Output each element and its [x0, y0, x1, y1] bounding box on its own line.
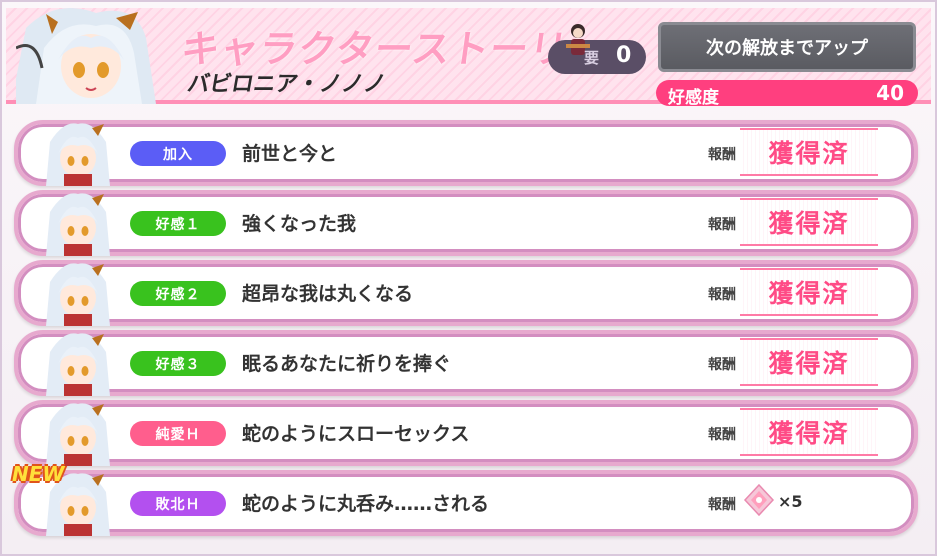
requirement-label: 要 [584, 49, 600, 67]
story-title: 超昂な我は丸くなる [242, 283, 414, 305]
reward-count: ×5 [778, 492, 803, 511]
story-title: 蛇のように丸呑み……される [242, 493, 490, 515]
character-name: バビロニア・ノノノ [185, 72, 388, 97]
character-face-icon [40, 188, 116, 256]
story-row[interactable]: 好感２ 超昂な我は丸くなる 報酬 獲得済 [14, 260, 918, 326]
character-face-icon [40, 118, 116, 186]
story-tag: 好感１ [130, 211, 226, 236]
story-row[interactable]: 純愛Ｈ 蛇のようにスローセックス 報酬 獲得済 [14, 400, 918, 466]
story-row[interactable]: NEW 敗北Ｈ 蛇のように丸呑み……される 報酬 ×5 [12, 462, 918, 536]
character-face-icon [40, 258, 116, 326]
new-badge: NEW [12, 462, 65, 486]
requirement-value: 0 [616, 43, 632, 68]
reward-label: 報酬 [708, 427, 736, 443]
character-face-icon [40, 398, 116, 466]
story-tag: 加入 [130, 141, 226, 166]
story-row[interactable]: 好感３ 眠るあなたに祈りを捧ぐ 報酬 獲得済 [14, 330, 918, 396]
reward-label: 報酬 [708, 147, 736, 163]
story-title: 強くなった我 [242, 213, 357, 235]
story-title: 眠るあなたに祈りを捧ぐ [242, 353, 452, 375]
story-title: 前世と今と [242, 143, 338, 165]
story-row[interactable]: 好感１ 強くなった我 報酬 獲得済 [14, 190, 918, 256]
reward-acquired-stamp: 獲得済 [740, 128, 878, 176]
reward-acquired-stamp: 獲得済 [740, 338, 878, 386]
character-portrait [16, 8, 166, 104]
page-title: キャラクターストーリー [178, 27, 611, 71]
next-unlock-button[interactable]: 次の解放までアップ [658, 22, 916, 72]
story-tag: 敗北Ｈ [130, 491, 226, 516]
reward-acquired-stamp: 獲得済 [740, 408, 878, 456]
reward-label: 報酬 [708, 287, 736, 303]
reward-label: 報酬 [708, 497, 736, 513]
affinity-bar: 好感度 40 [656, 80, 918, 108]
requirement-badge: 要 0 [548, 24, 646, 74]
character-face-icon [40, 328, 116, 396]
reward-acquired-stamp: 獲得済 [740, 268, 878, 316]
story-tag: 純愛Ｈ [130, 421, 226, 446]
reward-acquired-stamp: 獲得済 [740, 198, 878, 246]
crystal-icon [742, 483, 776, 517]
affinity-value: 40 [876, 81, 904, 105]
story-row[interactable]: 加入 前世と今と 報酬 獲得済 [14, 120, 918, 186]
story-tag: 好感２ [130, 281, 226, 306]
affinity-label: 好感度 [668, 88, 719, 108]
reward-label: 報酬 [708, 357, 736, 373]
reward-label: 報酬 [708, 217, 736, 233]
story-title: 蛇のようにスローセックス [242, 423, 470, 445]
story-tag: 好感３ [130, 351, 226, 376]
header: キャラクターストーリー バビロニア・ノノノ 要 0 次の解放までアップ 好感度 … [6, 8, 931, 108]
